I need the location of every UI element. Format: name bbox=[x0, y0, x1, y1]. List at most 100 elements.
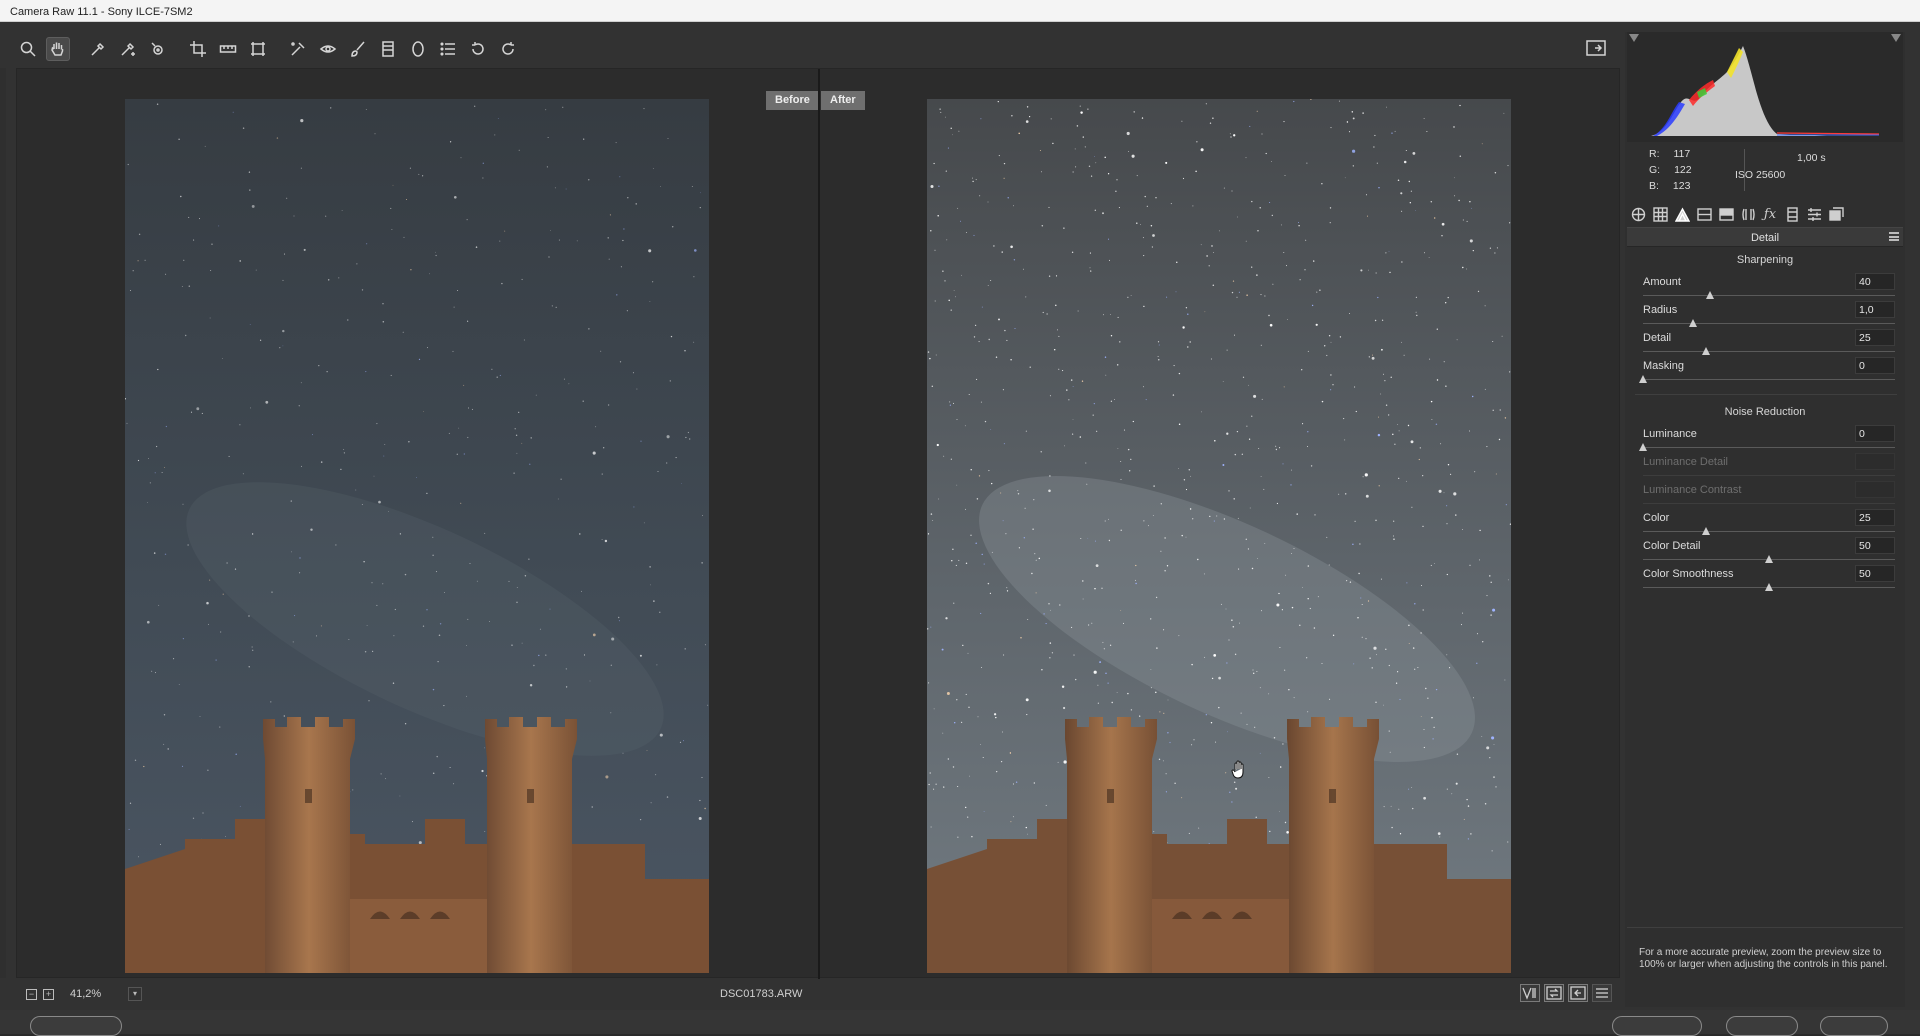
color-smoothness-label: Color Smoothness bbox=[1643, 568, 1734, 580]
tab-calibration-icon[interactable] bbox=[1783, 205, 1801, 223]
camera-raw-app: Before After − + 41,2% ▾ DSC01783.ARW R:… bbox=[0, 22, 1920, 1036]
done-button[interactable] bbox=[1820, 1016, 1888, 1036]
straighten-tool-icon[interactable] bbox=[216, 37, 240, 61]
masking-label: Masking bbox=[1643, 360, 1684, 372]
right-panel: R: 117 G: 122 B: 123 1,00 s ISO 25600 ƒx De… bbox=[1625, 32, 1905, 1007]
slider-detail[interactable]: Detail 25 bbox=[1643, 329, 1895, 360]
color-track[interactable] bbox=[1643, 531, 1895, 532]
tab-effects-icon[interactable]: ƒx bbox=[1761, 205, 1779, 223]
preferences-list-icon[interactable] bbox=[436, 37, 460, 61]
panel-title: Detail bbox=[1627, 227, 1903, 247]
color-detail-value-field[interactable]: 50 bbox=[1855, 537, 1895, 554]
slider-color-smoothness[interactable]: Color Smoothness 50 bbox=[1643, 565, 1895, 596]
noise_reduction-heading: Noise Reduction bbox=[1724, 406, 1806, 418]
red-eye-tool-icon[interactable] bbox=[316, 37, 340, 61]
open-image-button[interactable] bbox=[1612, 1016, 1702, 1036]
targeted-adjustment-tool-icon[interactable] bbox=[146, 37, 170, 61]
tab-snapshots-icon[interactable] bbox=[1827, 205, 1845, 223]
zoom-in-button[interactable]: + bbox=[43, 988, 54, 1000]
amount-track[interactable] bbox=[1643, 295, 1895, 296]
slider-masking[interactable]: Masking 0 bbox=[1639, 357, 1895, 388]
copy-settings-icon[interactable] bbox=[1568, 984, 1588, 1002]
tab-split-toning-icon[interactable] bbox=[1717, 205, 1735, 223]
preview-tip: For a more accurate preview, zoom the pr… bbox=[1639, 947, 1888, 970]
detail-track[interactable] bbox=[1643, 351, 1895, 352]
tab-detail-icon[interactable] bbox=[1673, 205, 1691, 223]
color-smoothness-value-field[interactable]: 50 bbox=[1855, 565, 1895, 582]
radius-slider-thumb[interactable] bbox=[1689, 319, 1697, 327]
iso-value: ISO 25600 bbox=[1735, 169, 1786, 181]
detail-value-field[interactable]: 25 bbox=[1855, 329, 1895, 346]
rotate-cw-icon[interactable] bbox=[496, 37, 520, 61]
g-value: 122 bbox=[1674, 164, 1692, 176]
b-value: 123 bbox=[1672, 180, 1691, 192]
masking-value-field[interactable]: 0 bbox=[1855, 357, 1895, 374]
luminance-contrast-label: Luminance Contrast bbox=[1643, 484, 1742, 496]
amount-value-field[interactable]: 40 bbox=[1855, 273, 1895, 290]
luminance-detail-track bbox=[1643, 475, 1895, 476]
radius-value-field[interactable]: 1,0 bbox=[1855, 301, 1895, 318]
slider-luminance-contrast: Luminance Contrast bbox=[1643, 481, 1895, 512]
slider-amount[interactable]: Amount 40 bbox=[1643, 273, 1895, 304]
adjustment-brush-tool-icon[interactable] bbox=[346, 37, 370, 61]
slider-luminance[interactable]: Luminance 0 bbox=[1639, 425, 1895, 456]
masking-track[interactable] bbox=[1643, 379, 1895, 380]
tab-hsl-icon[interactable] bbox=[1695, 205, 1713, 223]
luminance-detail-value-field bbox=[1855, 453, 1895, 470]
zoom-out-button[interactable]: − bbox=[26, 988, 37, 1000]
preview-area[interactable]: Before After bbox=[16, 68, 1620, 979]
zoom-dropdown-chevron-icon[interactable]: ▾ bbox=[128, 987, 142, 1001]
spot-removal-tool-icon[interactable] bbox=[286, 37, 310, 61]
color-sampler-tool-icon[interactable] bbox=[116, 37, 140, 61]
slider-color-detail[interactable]: Color Detail 50 bbox=[1643, 537, 1895, 568]
color-value-field[interactable]: 25 bbox=[1855, 509, 1895, 526]
before-after-view-icon[interactable] bbox=[1520, 984, 1540, 1002]
crop-tool-icon[interactable] bbox=[186, 37, 210, 61]
cancel-button[interactable] bbox=[1726, 1016, 1798, 1036]
luminance-slider-thumb[interactable] bbox=[1639, 443, 1647, 451]
zoom-tool-icon[interactable] bbox=[16, 37, 40, 61]
radius-track[interactable] bbox=[1643, 323, 1895, 324]
g-label: G: bbox=[1649, 164, 1661, 176]
color-slider-thumb[interactable] bbox=[1702, 527, 1710, 535]
rgb-readout: R: 117 G: 122 B: 123 1,00 s ISO 25600 bbox=[1627, 144, 1903, 196]
toolbar bbox=[16, 34, 1620, 64]
slider-color[interactable]: Color 25 bbox=[1643, 509, 1895, 540]
luminance-contrast-track bbox=[1643, 503, 1895, 504]
tab-presets-icon[interactable] bbox=[1805, 205, 1823, 223]
before-photo[interactable] bbox=[125, 99, 709, 973]
save-image-button[interactable] bbox=[30, 1016, 122, 1036]
color-detail-label: Color Detail bbox=[1643, 540, 1701, 552]
amount-slider-thumb[interactable] bbox=[1706, 291, 1714, 299]
window-titlebar: Camera Raw 11.1 - Sony ILCE-7SM2 bbox=[0, 0, 1920, 22]
swap-settings-icon[interactable] bbox=[1544, 984, 1564, 1002]
rotate-ccw-icon[interactable] bbox=[466, 37, 490, 61]
panel-menu-icon[interactable] bbox=[1889, 232, 1899, 241]
shutter-speed: 1,00 s bbox=[1797, 152, 1826, 164]
luminance-label: Luminance bbox=[1643, 428, 1697, 440]
after-photo[interactable] bbox=[927, 99, 1511, 973]
radial-filter-tool-icon[interactable] bbox=[406, 37, 430, 61]
detail-label: Detail bbox=[1643, 332, 1672, 344]
toggle-settings-icon[interactable] bbox=[1592, 984, 1612, 1002]
luminance-value-field[interactable]: 0 bbox=[1855, 425, 1895, 442]
slider-radius[interactable]: Radius 1,0 bbox=[1643, 301, 1895, 332]
tab-tone-curve-icon[interactable] bbox=[1651, 205, 1669, 223]
fullscreen-toggle-icon[interactable] bbox=[1586, 39, 1608, 59]
panel-tabs: ƒx bbox=[1629, 203, 1901, 225]
white-balance-tool-icon[interactable] bbox=[86, 37, 110, 61]
hand-tool-icon[interactable] bbox=[46, 37, 70, 61]
status-bar: − + 41,2% ▾ DSC01783.ARW bbox=[16, 982, 1620, 1006]
luminance-track[interactable] bbox=[1643, 447, 1895, 448]
detail-slider-thumb[interactable] bbox=[1702, 347, 1710, 355]
graduated-filter-tool-icon[interactable] bbox=[376, 37, 400, 61]
left-edge bbox=[0, 68, 6, 978]
transform-tool-icon[interactable] bbox=[246, 37, 270, 61]
color-smoothness-slider-thumb[interactable] bbox=[1765, 583, 1773, 591]
before-label: Before bbox=[766, 91, 819, 110]
color-detail-slider-thumb[interactable] bbox=[1765, 555, 1773, 563]
radius-label: Radius bbox=[1643, 304, 1678, 316]
tab-lens-corrections-icon[interactable] bbox=[1739, 205, 1757, 223]
masking-slider-thumb[interactable] bbox=[1639, 375, 1647, 383]
tab-basic-icon[interactable] bbox=[1629, 205, 1647, 223]
